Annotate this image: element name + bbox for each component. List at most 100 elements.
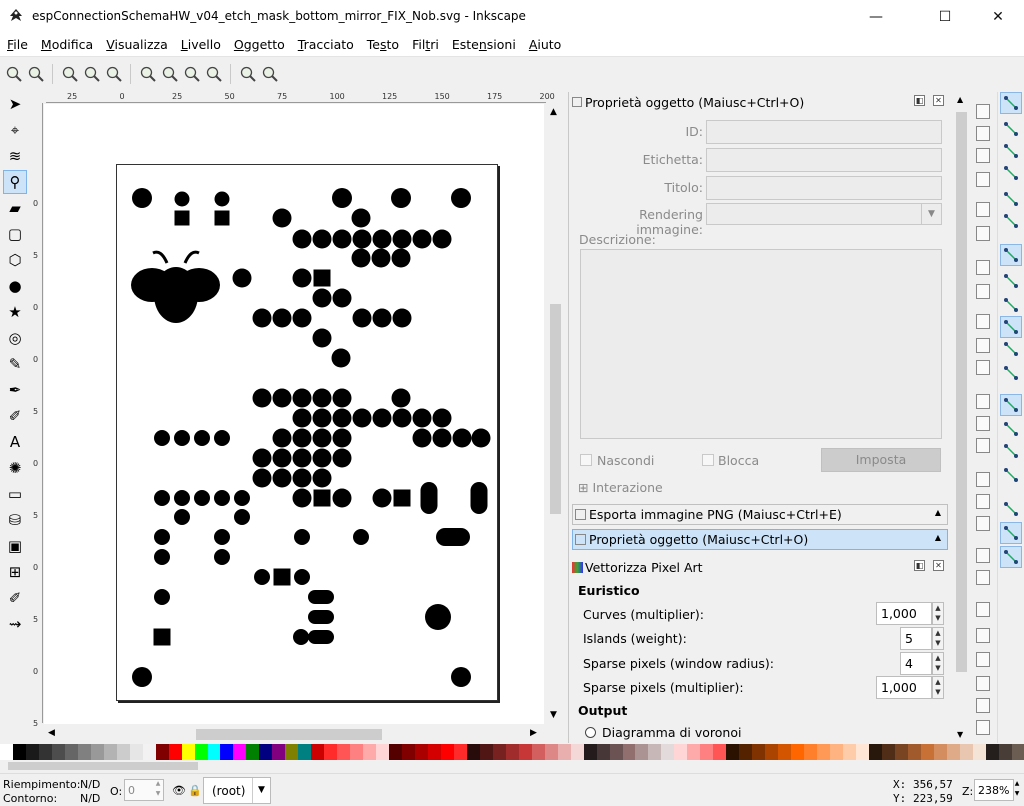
pad-circle[interactable] [293,629,309,645]
open-icon[interactable] [976,126,990,141]
pad-circle[interactable] [332,229,352,249]
scroll-down-icon[interactable]: ▼ [550,710,557,720]
pad-circle[interactable] [154,490,170,506]
color-swatch[interactable] [700,744,714,760]
pad-square[interactable] [273,568,291,586]
scroll-right-icon[interactable]: ▶ [530,728,537,738]
color-swatch[interactable] [622,744,636,760]
text-tool-icon[interactable]: A [3,430,27,454]
pad-circle[interactable] [194,490,210,506]
pad-circle[interactable] [451,188,471,208]
pad-circle[interactable] [372,308,392,328]
color-swatch[interactable] [998,744,1012,760]
color-swatch[interactable] [661,744,675,760]
layers-icon[interactable] [976,652,990,667]
bee-logo[interactable] [131,250,220,323]
color-swatch[interactable] [544,744,558,760]
color-swatch[interactable] [298,744,312,760]
zoom-page-icon[interactable] [182,65,201,84]
canvas-vertical-scrollbar[interactable]: ▲ ▼ [547,104,564,724]
color-swatch[interactable] [337,744,351,760]
pad-circle[interactable] [332,448,352,468]
pad-circle[interactable] [332,188,352,208]
ungroup-icon[interactable] [976,570,990,585]
star-tool-icon[interactable]: ★ [3,300,27,324]
color-swatch[interactable] [129,744,143,760]
pad-square[interactable] [153,628,171,646]
unlink-clone-icon[interactable] [976,516,990,531]
preferences-icon[interactable] [976,720,990,735]
pad-circle[interactable] [312,229,332,249]
color-swatch[interactable] [518,744,532,760]
pad-circle[interactable] [372,229,392,249]
pad-circle[interactable] [292,468,312,488]
color-swatch[interactable] [233,744,247,760]
color-swatch[interactable] [389,744,403,760]
color-swatch[interactable] [972,744,986,760]
pad-circle[interactable] [392,229,412,249]
set-button[interactable]: Imposta [821,448,941,472]
pad-circle[interactable] [154,430,170,446]
pad-circle[interactable] [352,408,372,428]
pad-circle[interactable] [254,569,270,585]
pad-circle[interactable] [234,490,250,506]
pad-circle[interactable] [392,408,412,428]
pad-oval[interactable] [470,482,488,514]
eye-icon[interactable]: 👁 [172,784,186,797]
pad-circle[interactable] [292,428,312,448]
pad-circle[interactable] [351,208,371,228]
pad-circle[interactable] [331,348,351,368]
pad-circle[interactable] [312,328,332,348]
pad-circle[interactable] [432,229,452,249]
pad-circle[interactable] [174,509,190,525]
pad-circle[interactable] [412,428,432,448]
color-swatch[interactable] [415,744,428,760]
scroll-thumb[interactable] [550,304,561,514]
color-swatch[interactable] [648,744,662,760]
pad-circle[interactable] [174,490,190,506]
islands-input[interactable]: 5 [900,627,932,650]
zoom-page-icon[interactable] [976,438,990,453]
color-swatch[interactable] [804,744,818,760]
color-swatch[interactable] [713,744,727,760]
color-swatch[interactable] [985,744,999,760]
color-swatch[interactable] [830,744,843,760]
import-icon[interactable] [976,202,990,217]
collapse-icon[interactable]: ▲ [935,508,941,517]
print-icon[interactable] [976,172,990,187]
text-font-icon[interactable] [976,628,990,643]
scroll-thumb[interactable] [196,729,382,740]
pad-circle[interactable] [272,208,292,228]
color-swatch[interactable] [959,744,973,760]
menu-item[interactable]: Filtri [405,37,445,52]
pad-circle[interactable] [372,488,392,508]
pad-oval[interactable] [308,590,334,604]
color-swatch[interactable] [155,744,169,760]
color-swatch[interactable] [907,744,921,760]
pad-circle[interactable] [353,529,369,545]
layer-select[interactable]: (root) ▼ [203,777,271,804]
spiral-tool-icon[interactable]: ◎ [3,326,27,350]
zoom-selection-icon[interactable] [976,394,990,409]
copy-icon[interactable] [976,314,990,329]
pad-circle[interactable] [292,488,312,508]
color-palette[interactable] [0,744,1024,760]
pad-circle[interactable] [154,529,170,545]
pad-circle[interactable] [292,388,312,408]
color-swatch[interactable] [817,744,830,760]
color-swatch[interactable] [25,744,39,760]
color-swatch[interactable] [492,744,506,760]
voronoi-radio[interactable] [585,727,596,738]
artwork[interactable] [117,165,499,702]
color-swatch[interactable] [635,744,649,760]
pad-circle[interactable] [292,268,312,288]
pad-circle[interactable] [174,430,190,446]
color-swatch[interactable] [220,744,234,760]
pad-circle[interactable] [351,248,371,268]
color-swatch[interactable] [881,744,895,760]
color-swatch[interactable] [453,744,467,760]
dropper-tool-icon[interactable]: ✐ [3,586,27,610]
snap-guide-icon[interactable] [1000,546,1022,568]
group-icon[interactable] [976,548,990,563]
menu-item[interactable]: Livello [174,37,227,52]
